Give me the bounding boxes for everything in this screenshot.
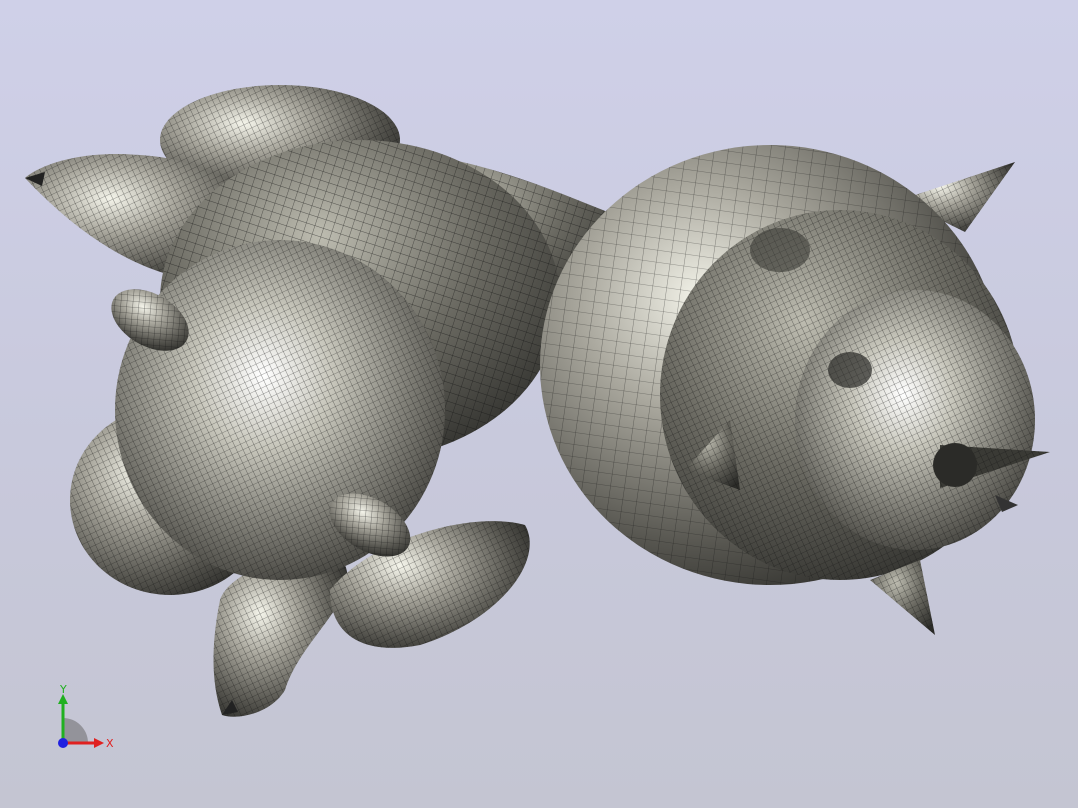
y-axis-label: Y [59, 683, 67, 696]
axis-triad: Y X [58, 683, 114, 750]
right-body-part [540, 145, 1050, 635]
x-axis-label: X [106, 737, 114, 750]
x-axis-arrow-icon [94, 738, 104, 748]
3d-viewport[interactable]: Y X [0, 0, 1078, 808]
z-axis-dot [58, 738, 68, 748]
triad-quadrant [63, 718, 88, 743]
mesh-model-view[interactable] [0, 0, 1078, 808]
left-body-part [25, 85, 615, 717]
